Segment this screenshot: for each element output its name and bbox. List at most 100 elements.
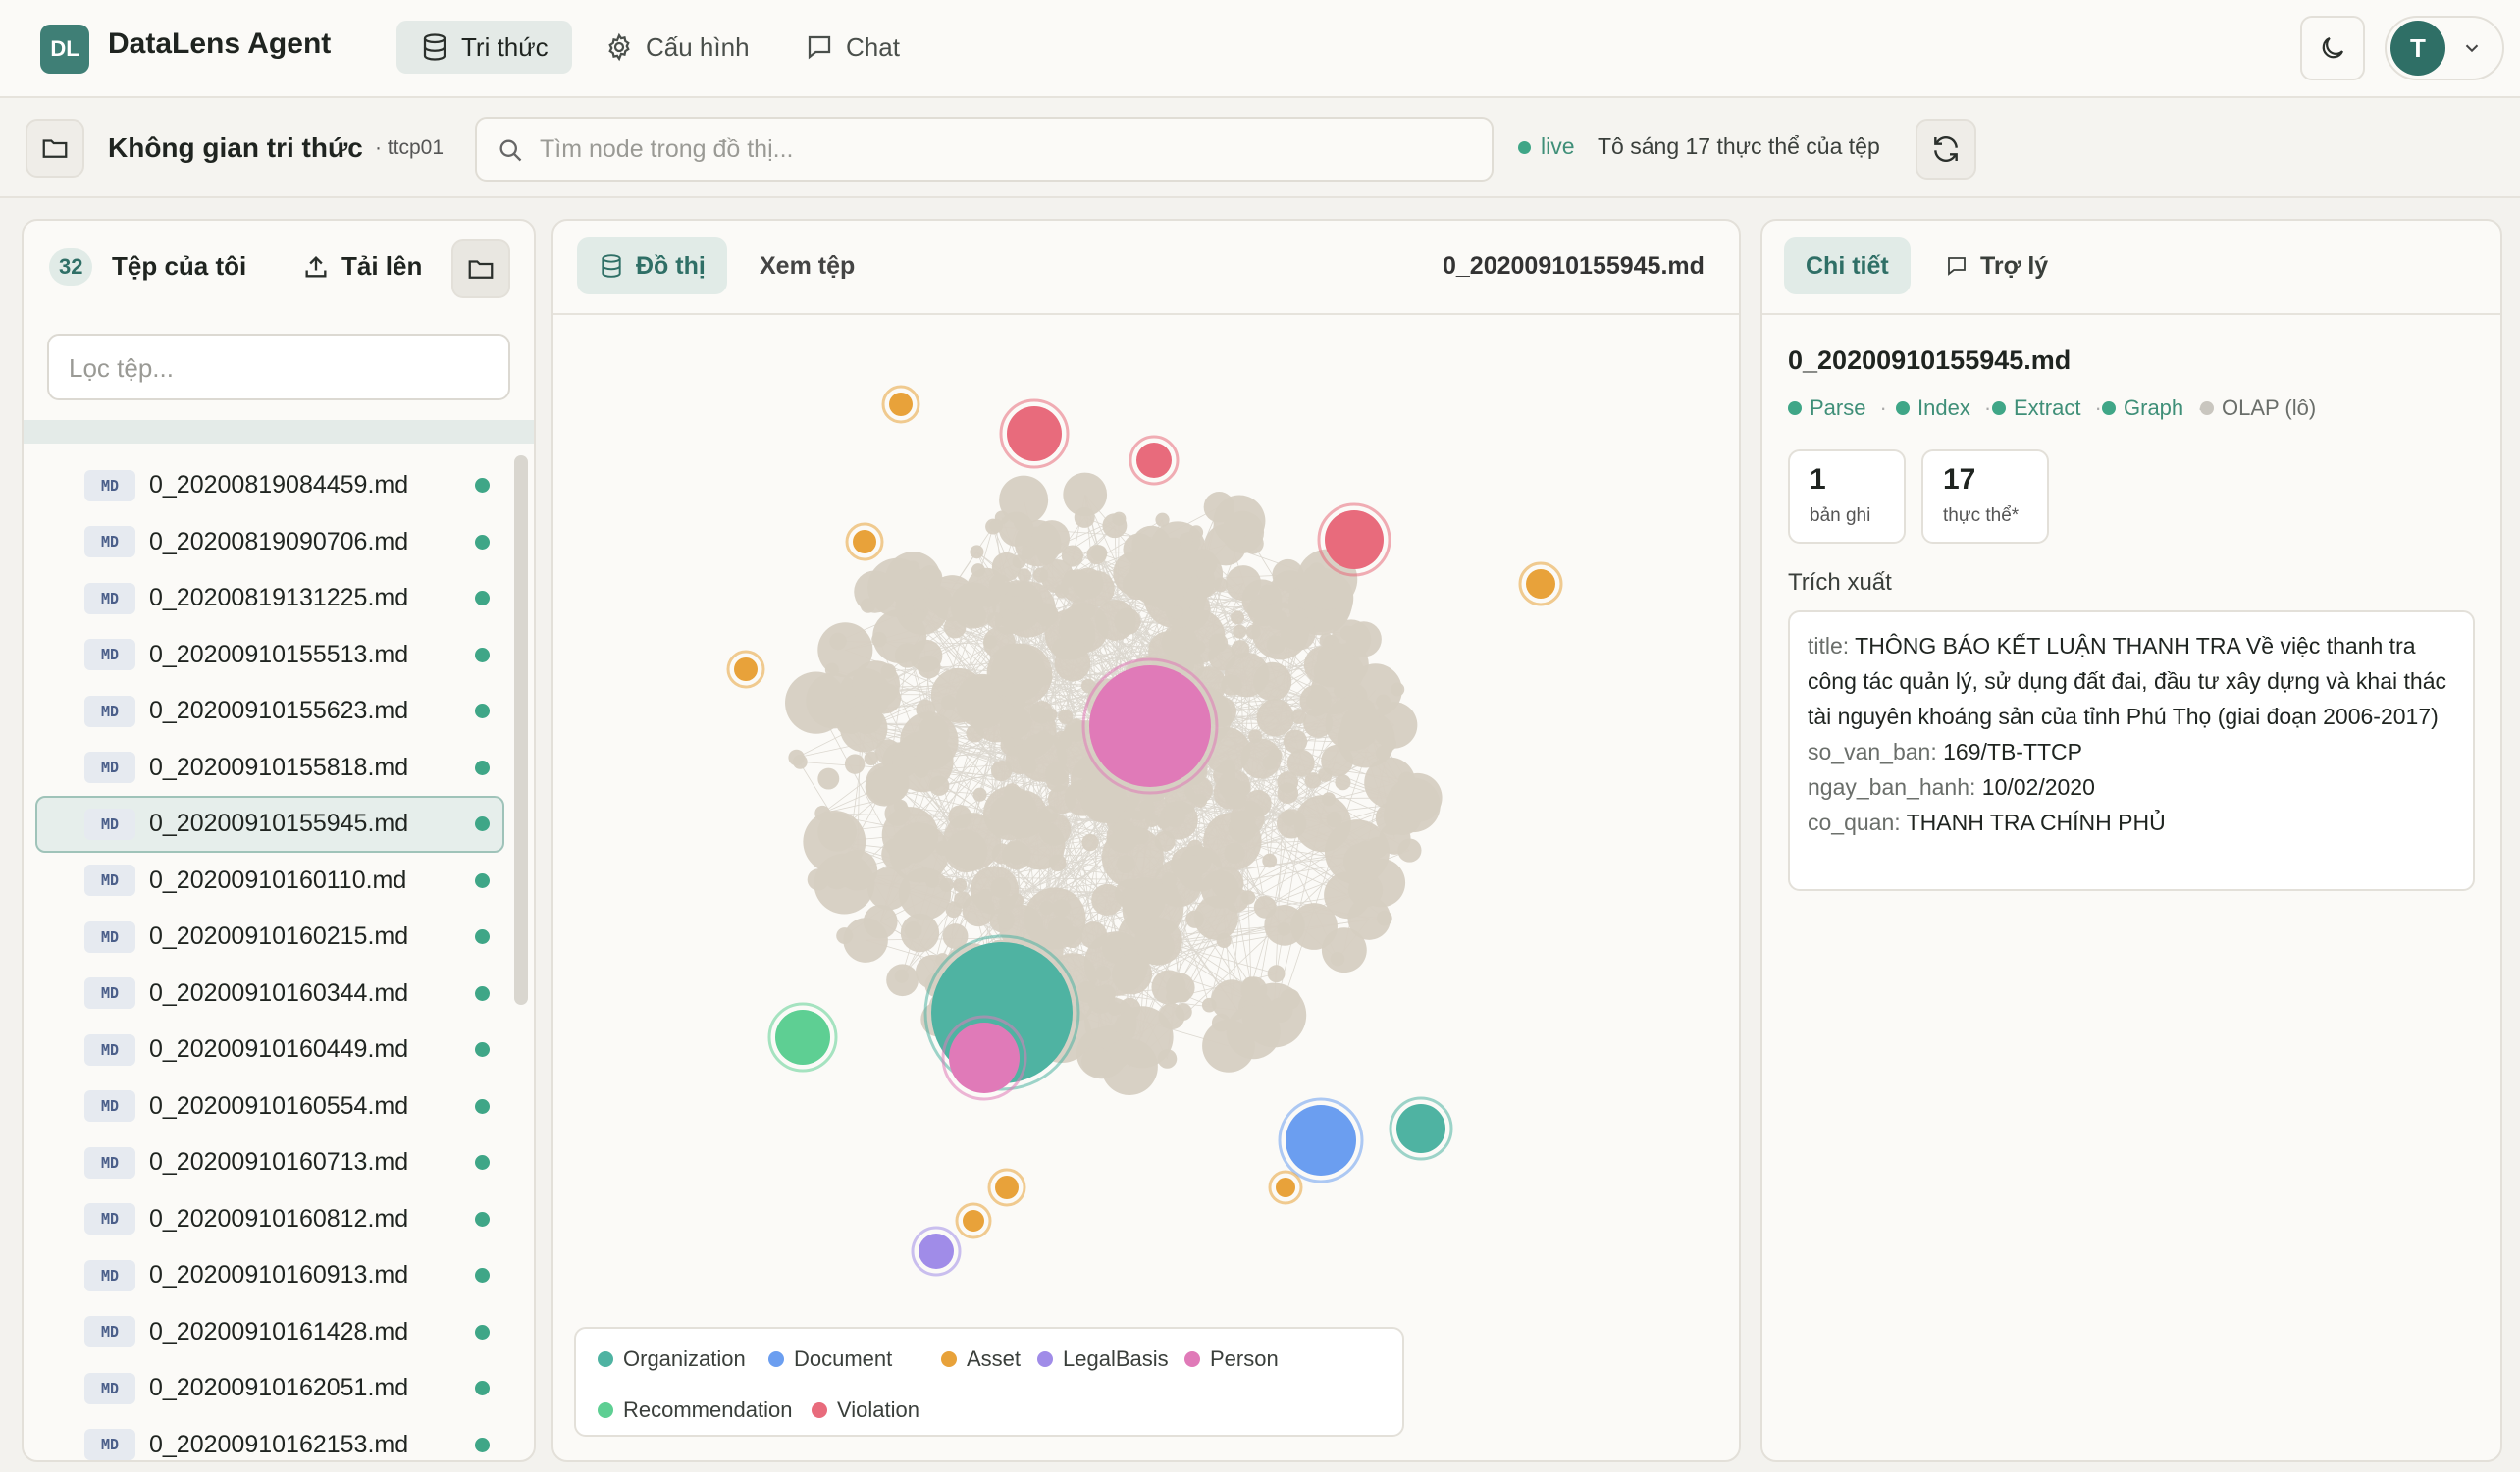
graph-node[interactable] xyxy=(1276,809,1307,839)
theme-toggle-button[interactable] xyxy=(2300,16,2365,80)
graph-node[interactable] xyxy=(978,889,993,904)
graph-node[interactable] xyxy=(788,749,805,766)
graph-node[interactable] xyxy=(1231,610,1245,625)
node-search-input[interactable]: Tìm node trong đồ thị... xyxy=(475,117,1494,182)
graph-node[interactable] xyxy=(1229,792,1246,810)
graph-node[interactable] xyxy=(1136,927,1175,966)
graph-node[interactable] xyxy=(1290,903,1338,950)
folder-view-button[interactable] xyxy=(451,239,510,298)
graph-node[interactable] xyxy=(990,643,1053,706)
graph-node[interactable] xyxy=(1125,792,1154,820)
entity-node-asset[interactable] xyxy=(1276,1178,1295,1197)
graph-node[interactable] xyxy=(1034,603,1059,627)
graph-node[interactable] xyxy=(1256,698,1294,737)
graph-node[interactable] xyxy=(1114,607,1141,635)
graph-node[interactable] xyxy=(910,608,925,624)
graph-node[interactable] xyxy=(1240,976,1268,1004)
graph-node[interactable] xyxy=(1242,532,1264,554)
graph-node[interactable] xyxy=(1331,619,1372,660)
graph-node[interactable] xyxy=(1043,708,1058,722)
graph-node[interactable] xyxy=(1086,544,1107,565)
user-menu[interactable]: T xyxy=(2385,16,2504,80)
graph-node[interactable] xyxy=(970,545,984,559)
graph-node[interactable] xyxy=(1280,988,1301,1010)
graph-node[interactable] xyxy=(1175,1003,1192,1021)
knowledge-graph[interactable] xyxy=(553,314,1739,1325)
graph-node[interactable] xyxy=(1216,932,1232,948)
graph-node[interactable] xyxy=(1169,605,1183,620)
graph-node[interactable] xyxy=(1226,1005,1281,1060)
graph-node[interactable] xyxy=(1241,890,1256,905)
graph-node[interactable] xyxy=(1101,826,1164,889)
entity-node-person[interactable] xyxy=(949,1023,1020,1093)
graph-node[interactable] xyxy=(1231,810,1256,835)
graph-node[interactable] xyxy=(1267,965,1286,983)
file-list-item[interactable]: MD 0_20200910160215.md xyxy=(24,909,514,966)
graph-node[interactable] xyxy=(1325,653,1365,692)
refresh-button[interactable] xyxy=(1916,119,1976,180)
file-list-item[interactable]: MD 0_20200910155818.md xyxy=(24,740,514,797)
graph-node[interactable] xyxy=(1233,624,1247,639)
graph-node[interactable] xyxy=(1221,674,1242,696)
entity-node-violation[interactable] xyxy=(1136,443,1172,478)
graph-node[interactable] xyxy=(817,767,840,790)
graph-node[interactable] xyxy=(1262,853,1278,868)
graph-node[interactable] xyxy=(1213,577,1229,593)
graph-node[interactable] xyxy=(1186,839,1203,856)
graph-node[interactable] xyxy=(1112,511,1127,526)
graph-node[interactable] xyxy=(999,706,1032,739)
graph-node[interactable] xyxy=(1201,997,1217,1013)
entity-node-asset[interactable] xyxy=(1526,569,1555,599)
graph-node[interactable] xyxy=(1325,696,1381,752)
graph-node[interactable] xyxy=(1392,772,1443,822)
graph-node[interactable] xyxy=(1074,506,1095,528)
graph-node[interactable] xyxy=(1021,546,1035,560)
graph-node[interactable] xyxy=(1283,729,1308,754)
entity-node-asset[interactable] xyxy=(963,1210,984,1232)
graph-node[interactable] xyxy=(1347,897,1391,940)
graph-node[interactable] xyxy=(1179,532,1193,547)
graph-node[interactable] xyxy=(1080,603,1096,619)
entity-node-organization[interactable] xyxy=(1396,1104,1445,1153)
file-list-scrollbar[interactable] xyxy=(514,455,528,1005)
graph-node[interactable] xyxy=(1203,492,1235,523)
file-list-item[interactable]: MD 0_20200910160554.md xyxy=(24,1078,514,1135)
graph-node[interactable] xyxy=(971,563,985,578)
graph-node[interactable] xyxy=(929,775,950,796)
graph-node[interactable] xyxy=(994,510,1009,525)
graph-node[interactable] xyxy=(1324,819,1390,885)
entity-node-legalbasis[interactable] xyxy=(919,1234,954,1269)
graph-node[interactable] xyxy=(844,754,866,774)
graph-node[interactable] xyxy=(917,655,941,679)
graph-node[interactable] xyxy=(925,873,940,888)
tab-graph[interactable]: Đồ thị xyxy=(577,237,727,294)
graph-node[interactable] xyxy=(871,764,910,804)
graph-node[interactable] xyxy=(1245,624,1261,640)
graph-node[interactable] xyxy=(1033,567,1049,583)
graph-node[interactable] xyxy=(1163,806,1185,828)
graph-node[interactable] xyxy=(829,632,847,651)
graph-node[interactable] xyxy=(1253,895,1277,919)
graph-node[interactable] xyxy=(940,695,957,710)
graph-node[interactable] xyxy=(854,870,871,889)
graph-node[interactable] xyxy=(902,648,917,662)
graph-node[interactable] xyxy=(1040,805,1059,823)
graph-node[interactable] xyxy=(997,914,1014,929)
entity-node-document[interactable] xyxy=(1286,1105,1356,1176)
graph-node[interactable] xyxy=(1322,792,1337,807)
entity-node-asset[interactable] xyxy=(853,530,876,553)
graph-node[interactable] xyxy=(954,891,971,909)
graph-node[interactable] xyxy=(1091,883,1124,917)
graph-node[interactable] xyxy=(1148,631,1187,671)
file-list-item[interactable]: MD 0_20200910160913.md xyxy=(24,1247,514,1304)
graph-node[interactable] xyxy=(1095,966,1112,981)
graph-node[interactable] xyxy=(1010,893,1024,908)
tab-detail[interactable]: Chi tiết xyxy=(1784,237,1911,294)
file-list-item[interactable]: MD 0_20200910160812.md xyxy=(24,1191,514,1248)
graph-node[interactable] xyxy=(807,868,829,891)
graph-node[interactable] xyxy=(1277,771,1299,794)
tab-assistant[interactable]: Trợ lý xyxy=(1923,237,2070,294)
graph-node[interactable] xyxy=(1024,887,1086,950)
file-list-item[interactable]: MD 0_20200910160449.md xyxy=(24,1022,514,1078)
tab-config[interactable]: Cấu hình xyxy=(581,21,773,74)
